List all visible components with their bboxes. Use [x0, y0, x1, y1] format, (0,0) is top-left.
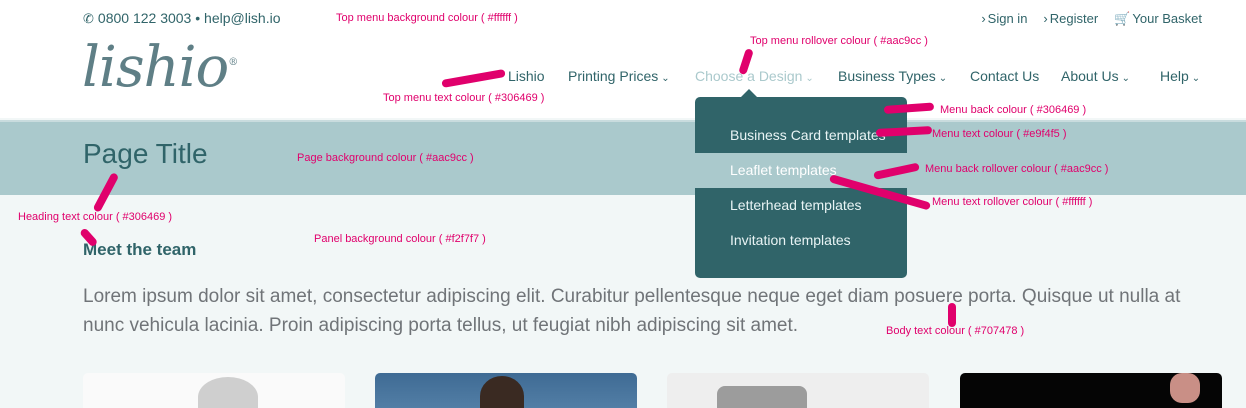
contact-info: ✆ 0800 122 3003 • help@lish.io	[83, 10, 281, 27]
nav-about-us-label: About Us	[1061, 68, 1119, 84]
chevron-down-icon: ⌄	[1121, 73, 1130, 84]
nav-help-label: Help	[1160, 68, 1189, 84]
team-card-photo[interactable]	[83, 373, 345, 408]
team-card-photo[interactable]	[667, 373, 929, 408]
body-text: Lorem ipsum dolor sit amet, consectetur …	[83, 286, 1181, 336]
section-heading: Meet the team	[83, 240, 197, 259]
nav-choose-design[interactable]: Choose a Design ⌄	[695, 68, 814, 84]
annotation-menu-text: Menu text colour ( #e9f4f5 )	[932, 128, 1067, 140]
annotation-panel-background: Panel background colour ( #f2f7f7 )	[314, 233, 486, 245]
nav-business-types-label: Business Types	[838, 68, 936, 84]
annotation-stroke	[948, 303, 956, 327]
annotation-top-menu-text: Top menu text colour ( #306469 )	[383, 92, 545, 104]
annotation-stroke	[79, 227, 99, 248]
contact-separator: •	[195, 10, 201, 26]
nav-lishio[interactable]: Lishio	[508, 68, 545, 84]
utility-links: › Sign in › Register 🛒 Your Basket	[981, 11, 1202, 27]
email-link[interactable]: help@lish.io	[204, 10, 280, 26]
annotation-menu-text-rollover: Menu text rollover colour ( #ffffff )	[932, 196, 1093, 208]
dropdown-item-invitation-templates[interactable]: Invitation templates	[695, 223, 907, 258]
annotation-body-text: Body text colour ( #707478 )	[886, 325, 1025, 337]
basket-label: Your Basket	[1132, 11, 1202, 26]
chevron-right-icon: ›	[1043, 11, 1048, 26]
team-card-photo[interactable]	[960, 373, 1222, 408]
phone-number[interactable]: 0800 122 3003	[98, 10, 191, 26]
chevron-down-icon: ⌄	[805, 73, 814, 84]
cart-icon: 🛒	[1114, 11, 1131, 26]
nav-choose-design-label: Choose a Design	[695, 68, 803, 84]
nav-help[interactable]: Help ⌄	[1160, 68, 1200, 84]
nav-contact-us[interactable]: Contact Us	[970, 68, 1039, 84]
register-label: Register	[1049, 11, 1099, 26]
chevron-right-icon: ›	[981, 11, 986, 26]
annotation-page-background: Page background colour ( #aac9cc )	[297, 152, 474, 164]
nav-lishio-label: Lishio	[508, 68, 545, 84]
team-card-photo[interactable]	[375, 373, 637, 408]
dropdown-item-business-card-templates[interactable]: Business Card templates	[695, 118, 907, 153]
basket-link[interactable]: 🛒 Your Basket	[1114, 11, 1202, 27]
chevron-down-icon: ⌄	[938, 73, 948, 84]
nav-printing-prices[interactable]: Printing Prices ⌄	[568, 68, 670, 84]
phone-icon: ✆	[83, 11, 94, 26]
logo[interactable]: lishio®	[82, 40, 238, 96]
sign-in-label: Sign in	[987, 11, 1028, 26]
nav-business-types[interactable]: Business Types ⌄	[838, 68, 947, 84]
chevron-down-icon: ⌄	[661, 73, 670, 84]
annotation-top-menu-background: Top menu background colour ( #ffffff )	[336, 12, 518, 24]
annotation-menu-back-rollover: Menu back rollover colour ( #aac9cc )	[925, 163, 1109, 175]
annotation-menu-back: Menu back colour ( #306469 )	[940, 104, 1087, 116]
chevron-down-icon: ⌄	[1191, 73, 1201, 84]
nav-contact-us-label: Contact Us	[970, 68, 1040, 84]
nav-about-us[interactable]: About Us ⌄	[1061, 68, 1130, 84]
page-title: Page Title	[83, 138, 208, 169]
logo-text: lishio	[82, 35, 229, 100]
sign-in-link[interactable]: › Sign in	[981, 11, 1027, 27]
registered-mark: ®	[228, 57, 238, 68]
register-link[interactable]: › Register	[1043, 11, 1098, 27]
nav-printing-prices-label: Printing Prices	[568, 68, 659, 84]
annotation-heading-text: Heading text colour ( #306469 )	[18, 211, 173, 223]
annotation-top-menu-rollover: Top menu rollover colour ( #aac9cc )	[750, 35, 928, 47]
